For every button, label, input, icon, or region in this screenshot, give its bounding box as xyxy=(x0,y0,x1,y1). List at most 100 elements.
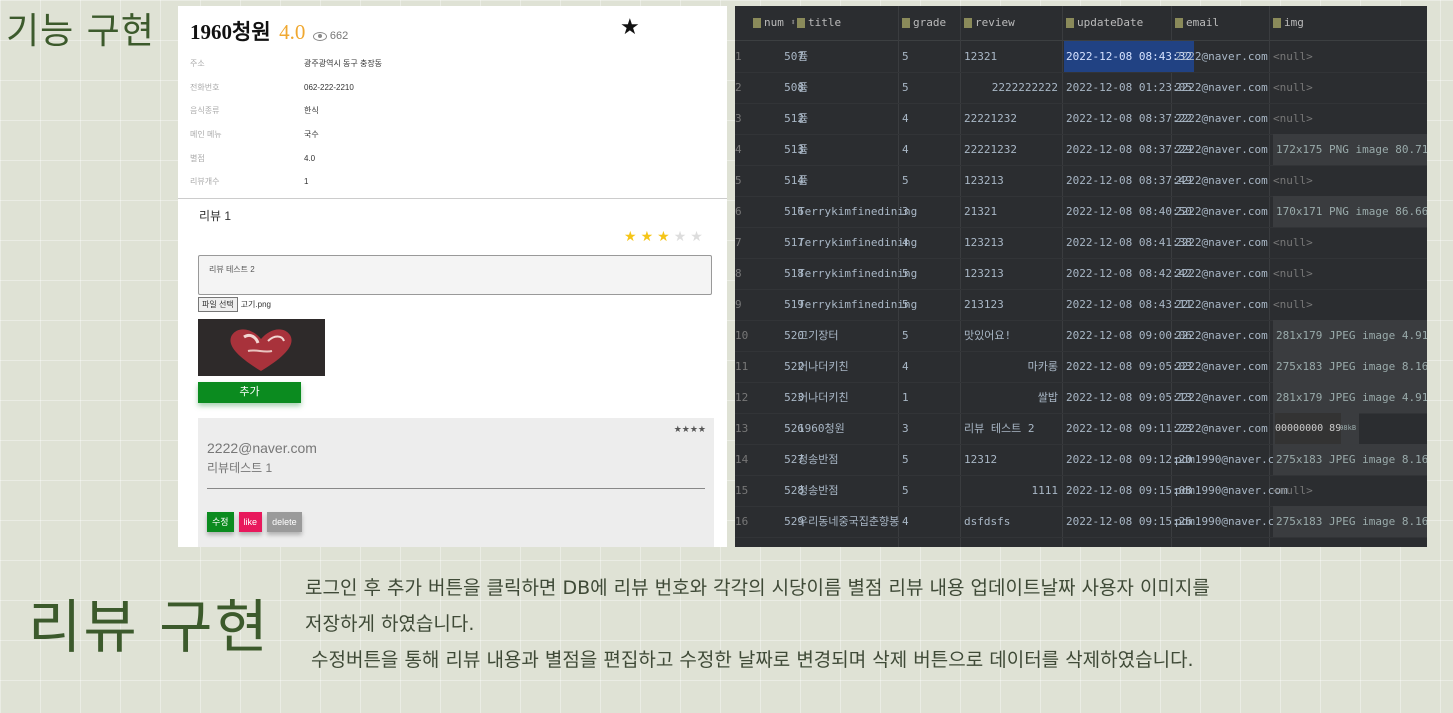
cell-review[interactable]: dsfdsfs xyxy=(964,506,1010,537)
star-icon[interactable]: ★ xyxy=(657,228,674,244)
cell-review[interactable]: 22221232 xyxy=(964,134,1017,165)
column-header-email[interactable]: email xyxy=(1175,6,1219,40)
table-row[interactable]: 4 513 퓸 4 22221232 2022-12-08 08:37:29 2222@na… xyxy=(735,134,1427,166)
row-index[interactable]: 16 xyxy=(735,506,748,537)
rating-input[interactable]: ★★★★★ xyxy=(624,228,707,245)
cell-review[interactable]: 쌀밥 xyxy=(964,382,1058,413)
cell-grade[interactable]: 4 xyxy=(902,103,909,134)
cell-grade[interactable]: 3 xyxy=(902,413,909,444)
star-icon[interactable]: ★ xyxy=(624,228,641,244)
cell-grade[interactable]: 4 xyxy=(902,134,909,165)
cell-email[interactable]: 2222@naver.com xyxy=(1175,196,1268,227)
table-row[interactable]: 16 529 우리동네중국집춘향봉 4 dsfdsfs 2022-12-08 09:15:… xyxy=(735,506,1427,538)
cell-updatedate[interactable]: 2022-12-08 08:43:11 xyxy=(1066,289,1192,320)
cell-grade[interactable]: 3 xyxy=(902,196,909,227)
row-index[interactable]: 6 xyxy=(735,196,743,227)
table-row[interactable]: 15 528 청송반점 5 1111 2022-12-08 09:15:08 pdm1990… xyxy=(735,475,1427,507)
table-row[interactable]: 13 526 1960청원 3 리뷰 테스트 2 2022-12-08 09:11:23 2… xyxy=(735,413,1427,445)
cell-grade[interactable]: 5 xyxy=(902,72,909,103)
cell-review[interactable]: 마카롱 xyxy=(964,351,1058,382)
like-button[interactable]: like xyxy=(238,512,263,532)
cell-updatedate[interactable]: 2022-12-08 09:15:08 xyxy=(1066,475,1192,506)
cell-review[interactable]: 213123 xyxy=(964,289,1004,320)
cell-email[interactable]: 2222@naver.com xyxy=(1175,227,1268,258)
cell-updatedate[interactable]: 2022-12-08 01:23:05 xyxy=(1066,72,1192,103)
row-index[interactable]: 4 xyxy=(735,134,743,165)
column-header-num[interactable]: num ⬍ xyxy=(753,6,796,40)
cell-title[interactable]: Terrykimfinedining xyxy=(798,227,917,258)
cell-review[interactable]: 맛있어요! xyxy=(964,320,1011,351)
cell-grade[interactable]: 5 xyxy=(902,258,909,289)
cell-title[interactable]: Terrykimfinedining xyxy=(798,258,917,289)
cell-title[interactable]: 퓸 xyxy=(798,103,808,134)
cell-grade[interactable]: 5 xyxy=(902,41,909,72)
row-index[interactable]: 2 xyxy=(735,72,743,103)
row-index[interactable]: 3 xyxy=(735,103,743,134)
cell-email[interactable]: 2222@naver.com xyxy=(1175,72,1268,103)
row-index[interactable]: 7 xyxy=(735,227,743,258)
cell-email[interactable]: 2222@naver.com xyxy=(1175,382,1268,413)
star-icon[interactable]: ★ xyxy=(641,228,658,244)
table-row[interactable]: 2 508 퓸 5 2222222222 2022-12-08 01:23:05 2222@… xyxy=(735,72,1427,104)
cell-email[interactable]: pdm1990@naver.com xyxy=(1175,506,1288,537)
cell-title[interactable]: Terrykimfinedining xyxy=(798,196,917,227)
cell-grade[interactable]: 5 xyxy=(902,165,909,196)
cell-updatedate[interactable]: 2022-12-08 09:00:06 xyxy=(1066,320,1192,351)
cell-grade[interactable]: 1 xyxy=(902,382,909,413)
table-row[interactable]: 9 519 Terrykimfinedining 5 213123 2022-12-08 … xyxy=(735,289,1427,321)
row-index[interactable]: 5 xyxy=(735,165,743,196)
cell-grade[interactable]: 5 xyxy=(902,320,909,351)
cell-title[interactable]: 우리동네중국집춘향봉 xyxy=(798,506,899,537)
column-header-review[interactable]: review xyxy=(964,6,1015,40)
row-index[interactable]: 14 xyxy=(735,444,748,475)
cell-updatedate[interactable]: 2022-12-08 09:11:23 xyxy=(1066,413,1192,444)
cell-grade[interactable]: 5 xyxy=(902,475,909,506)
cell-review[interactable]: 1111 xyxy=(964,475,1059,506)
row-index[interactable]: 9 xyxy=(735,289,743,320)
cell-grade[interactable]: 4 xyxy=(902,227,909,258)
cell-title[interactable]: 1960청원 xyxy=(798,413,845,444)
cell-title[interactable]: Terrykimfinedining xyxy=(798,289,917,320)
cell-updatedate[interactable]: 2022-12-08 08:37:49 xyxy=(1066,165,1192,196)
cell-title[interactable]: 퓸 xyxy=(798,72,808,103)
cell-email[interactable]: 2222@naver.com xyxy=(1175,320,1268,351)
cell-email[interactable]: pdm1990@naver.com xyxy=(1175,444,1288,475)
cell-title[interactable]: 퓸 xyxy=(798,165,808,196)
favorite-star-icon[interactable]: ★ xyxy=(620,14,640,40)
cell-email[interactable]: 2222@naver.com xyxy=(1175,289,1268,320)
row-index[interactable]: 10 xyxy=(735,320,748,351)
table-row[interactable]: 8 518 Terrykimfinedining 5 123213 2022-12-08 … xyxy=(735,258,1427,290)
edit-button[interactable]: 수정 xyxy=(207,512,234,532)
cell-grade[interactable]: 4 xyxy=(902,351,909,382)
cell-grade[interactable]: 5 xyxy=(902,444,909,475)
table-row[interactable]: 5 514 퓸 5 123213 2022-12-08 08:37:49 2222@nave… xyxy=(735,165,1427,197)
column-header-title[interactable]: title xyxy=(797,6,841,40)
row-index[interactable]: 11 xyxy=(735,351,748,382)
cell-updatedate[interactable]: 2022-12-08 08:37:29 xyxy=(1066,134,1192,165)
table-row[interactable]: 12 523 어나더키친 1 쌀밥 2022-12-08 09:05:13 2222@nav… xyxy=(735,382,1427,414)
cell-updatedate[interactable]: 2022-12-08 08:41:38 xyxy=(1066,227,1192,258)
cell-updatedate[interactable]: 2022-12-08 09:12:20 xyxy=(1066,444,1192,475)
table-row[interactable]: 10 520 고기장터 5 맛있어요! 2022-12-08 09:00:06 2222@n… xyxy=(735,320,1427,352)
column-header-grade[interactable]: grade xyxy=(902,6,946,40)
row-index[interactable]: 12 xyxy=(735,382,748,413)
cell-email[interactable]: 2222@naver.com xyxy=(1175,165,1268,196)
cell-review[interactable]: 21321 xyxy=(964,196,997,227)
star-icon[interactable]: ★ xyxy=(690,228,707,244)
add-review-button[interactable]: 추가 xyxy=(198,382,301,403)
column-header-img[interactable]: img xyxy=(1273,6,1304,40)
cell-updatedate[interactable]: 2022-12-08 08:42:42 xyxy=(1066,258,1192,289)
cell-review[interactable]: 123213 xyxy=(964,165,1004,196)
cell-updatedate[interactable]: 2022-12-08 08:37:22 xyxy=(1066,103,1192,134)
table-row[interactable]: 11 522 어나더키친 4 마카롱 2022-12-08 09:05:03 2222@na… xyxy=(735,351,1427,383)
cell-title[interactable]: 청송반점 xyxy=(798,475,838,506)
cell-updatedate[interactable]: 2022-12-08 09:05:13 xyxy=(1066,382,1192,413)
cell-review[interactable]: 리뷰 테스트 2 xyxy=(964,413,1034,444)
cell-review[interactable]: 12312 xyxy=(964,444,997,475)
cell-review[interactable]: 22221232 xyxy=(964,103,1017,134)
cell-review[interactable]: 12321 xyxy=(964,41,997,72)
cell-title[interactable]: 어나더키친 xyxy=(798,351,849,382)
cell-title[interactable]: 어나더키친 xyxy=(798,382,849,413)
cell-email[interactable]: 2222@naver.com xyxy=(1175,41,1268,72)
row-index[interactable]: 8 xyxy=(735,258,743,289)
